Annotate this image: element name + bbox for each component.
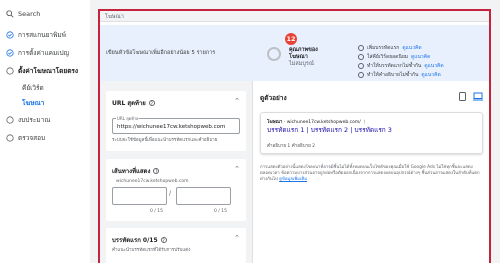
ad-strength-checklist: เพิ่มบรรทัดแรก ดูแนวคิด ใส่คีย์เวิร์ดยอด…: [358, 43, 444, 79]
checklist-item: ทำให้คำอธิบายไม่ซ้ำกัน ดูแนวคิด: [358, 70, 444, 79]
check-circle-icon: [6, 31, 14, 39]
sidebar-item-1[interactable]: การตั้งค่าแคมเปญ: [6, 48, 69, 58]
ad-strength-status: ไม่สมบูรณ์: [289, 61, 314, 67]
ad-strength-title-1: คุณภาพของ: [289, 47, 318, 53]
path-slash: /: [169, 190, 172, 197]
final-url-note: ระบบจะใช้ข้อมูลนี้เพื่อแนะนำบรรทัดแรกและ…: [112, 138, 218, 143]
ad-preview-card: โฆษณา · wichunee17cw.ketshopweb.com/ ⋮ บ…: [260, 112, 483, 154]
search-icon: [6, 10, 14, 18]
checklist-item-text: ทำให้คำอธิบายไม่ซ้ำกัน: [367, 71, 419, 78]
sidebar-item-0[interactable]: การสแกนยาพิมพ์: [6, 30, 66, 40]
sidebar: Search การสแกนยาพิมพ์ การตั้งค่าแคมเปญ ต…: [0, 0, 90, 263]
help-icon[interactable]: ?: [153, 168, 160, 174]
path2-counter: 0 / 15: [214, 209, 227, 214]
panel-header-title: โฆษณา: [105, 14, 124, 20]
step-badge: 12: [285, 33, 297, 45]
final-url-card: URL สุดท้าย ? ⌃ URL สุดท้าย https://wich…: [106, 91, 246, 151]
circle-icon: [6, 116, 14, 124]
learn-more-link[interactable]: ดูข้อมูลเพิ่มเติม: [279, 177, 307, 182]
circle-icon: [6, 134, 14, 142]
help-icon[interactable]: ?: [160, 237, 167, 243]
sidebar-subitem-keywords[interactable]: คีย์เวิร์ด: [22, 83, 44, 93]
final-url-value: https://wichunee17cw.ketshopweb.com: [117, 124, 226, 130]
view-ideas-link[interactable]: ดูแนวคิด: [411, 53, 430, 61]
final-url-field-label: URL สุดท้าย: [116, 115, 140, 122]
checklist-item-text: ใส่คีย์เวิร์ดยอดนิยม: [367, 53, 409, 60]
final-url-title: URL สุดท้าย ?: [112, 98, 155, 108]
sidebar-search[interactable]: Search: [6, 10, 40, 18]
chevron-up-icon[interactable]: ⌃: [234, 234, 240, 242]
ad-strength-strip: เขียนหัวข้อโฆษณาเพิ่มอีกอย่างน้อย 5 รายก…: [100, 25, 489, 81]
sidebar-item-label: ตรวจสอบ: [18, 134, 46, 142]
sidebar-item-2[interactable]: ตั้งค่าโฆษณาโดยตรง: [6, 66, 78, 76]
mobile-icon[interactable]: [459, 92, 466, 103]
display-path-card: เส้นทางที่แสดง ? ⌃ wichunee17cw.ketshopw…: [106, 159, 246, 221]
ad-description: คำอธิบาย 1 คำอธิบาย 2: [267, 144, 316, 149]
preview-disclaimer: การแสดงตัวอย่างนี้แสดงโฆษณาที่อาจมีชิ้นไ…: [260, 165, 483, 184]
view-ideas-link[interactable]: ดูแนวคิด: [402, 44, 421, 52]
sidebar-item-5[interactable]: งบประมาณ: [6, 115, 50, 125]
headlines-card: บรรทัดแรก 0/15 ? ⌃ คำแนะนำบรรทัดแรกที่ได…: [106, 228, 246, 263]
sidebar-search-label: Search: [18, 10, 41, 18]
ad-preview-column: ดูตัวอย่าง โฆษณา · wichunee17cw.ketshopw…: [252, 81, 489, 263]
display-path-domain: wichunee17cw.ketshopweb.com: [116, 179, 189, 184]
path1-counter: 0 / 15: [150, 209, 163, 214]
sidebar-item-label: งบประมาณ: [18, 116, 51, 124]
ad-editor-column: URL สุดท้าย ? ⌃ URL สุดท้าย https://wich…: [100, 81, 252, 263]
chevron-up-icon[interactable]: ⌃: [234, 165, 240, 173]
edit-circle-icon: [6, 67, 14, 75]
sidebar-subitem-ads[interactable]: โฆษณา: [22, 98, 44, 108]
empty-circle-icon: [358, 71, 364, 78]
checklist-item: ทำให้บรรทัดแรกไม่ซ้ำกัน ดูแนวคิด: [358, 61, 444, 70]
panel-header: โฆษณา: [100, 11, 489, 22]
display-path-title-text: เส้นทางที่แสดง: [112, 168, 151, 175]
final-url-input[interactable]: URL สุดท้าย https://wichunee17cw.ketshop…: [112, 115, 240, 134]
checklist-item-text: เพิ่มบรรทัดแรก: [367, 44, 400, 51]
ad-strength-prompt: เขียนหัวข้อโฆษณาเพิ่มอีกอย่างน้อย 5 รายก…: [106, 50, 216, 56]
sidebar-item-label: การตั้งค่าแคมเปญ: [18, 49, 70, 57]
ads-panel: โฆษณา เขียนหัวข้อโฆษณาเพิ่มอีกอย่างน้อย …: [98, 9, 491, 263]
preview-title: ดูตัวอย่าง: [260, 94, 287, 102]
sidebar-item-label: การสแกนยาพิมพ์: [18, 31, 66, 39]
view-ideas-link[interactable]: ดูแนวคิด: [421, 71, 440, 79]
headlines-title-text: บรรทัดแรก 0/15: [112, 237, 158, 244]
display-path-title: เส้นทางที่แสดง ?: [112, 166, 160, 176]
headlines-note: คำแนะนำบรรทัดแรกที่ได้รับการปรับแต่ง: [112, 248, 191, 253]
sidebar-item-6[interactable]: ตรวจสอบ: [6, 133, 45, 143]
ad-strength-ring: [267, 47, 281, 61]
ad-strength-label: คุณภาพของ โฆษณา ไม่สมบูรณ์: [289, 47, 318, 68]
sidebar-item-label: ตั้งค่าโฆษณาโดยตรง: [18, 67, 79, 75]
checklist-item: เพิ่มบรรทัดแรก ดูแนวคิด: [358, 43, 444, 52]
path1-input[interactable]: [112, 187, 167, 205]
headlines-title: บรรทัดแรก 0/15 ?: [112, 235, 167, 245]
ad-headline: บรรทัดแรก 1 | บรรทัดแรก 2 | บรรทัดแรก 3: [267, 126, 392, 134]
view-ideas-link[interactable]: ดูแนวคิด: [424, 62, 443, 70]
ad-url-line: โฆษณา · wichunee17cw.ketshopweb.com/ ⋮: [267, 118, 367, 125]
path2-input[interactable]: [176, 187, 231, 205]
empty-circle-icon: [358, 62, 364, 69]
check-circle-icon: [6, 49, 14, 57]
ad-strength-title-2: โฆษณา: [289, 54, 308, 60]
empty-circle-icon: [358, 53, 364, 60]
checklist-item: ใส่คีย์เวิร์ดยอดนิยม ดูแนวคิด: [358, 52, 444, 61]
desktop-icon[interactable]: [473, 92, 483, 103]
checklist-item-text: ทำให้บรรทัดแรกไม่ซ้ำกัน: [367, 62, 422, 69]
final-url-title-text: URL สุดท้าย: [112, 100, 146, 107]
empty-circle-icon: [358, 44, 364, 51]
chevron-up-icon[interactable]: ⌃: [234, 97, 240, 105]
help-icon[interactable]: ?: [148, 100, 155, 106]
